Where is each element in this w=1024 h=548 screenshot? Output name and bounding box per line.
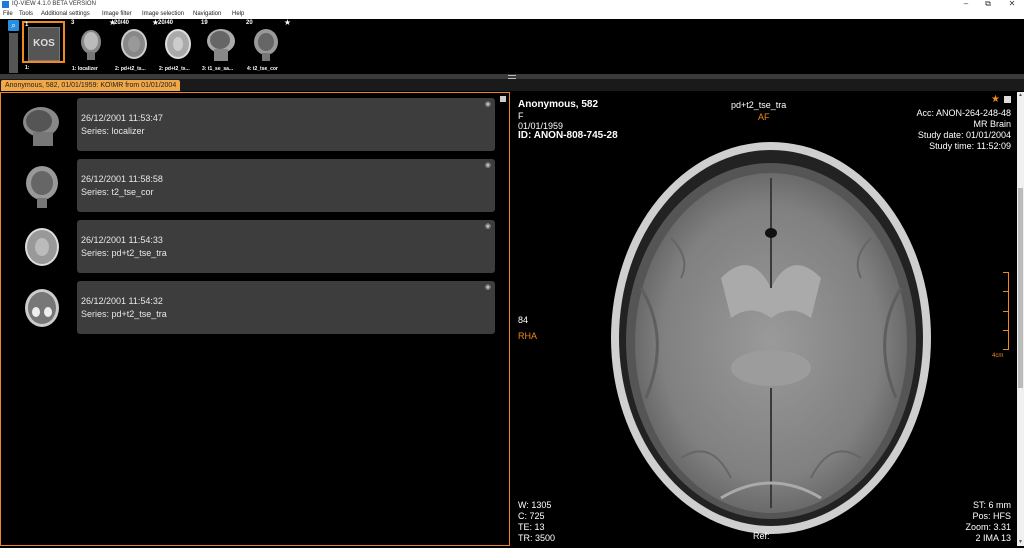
mri-thumbnail-image xyxy=(249,27,283,61)
menu-file[interactable]: File xyxy=(3,9,13,19)
study-date: Study date: 01/01/2004 xyxy=(917,130,1011,140)
scroll-up-icon[interactable]: ▲ xyxy=(1017,92,1024,99)
thumbnail-t1-se-sag[interactable]: 19 3: t1_se_sa... xyxy=(201,20,238,72)
mri-thumbnail-image xyxy=(117,27,151,61)
mri-thumbnail-image xyxy=(19,224,65,270)
patient-id: ID: ANON-808-745-28 xyxy=(518,130,618,141)
eye-icon[interactable]: ◉ xyxy=(485,161,491,169)
series-description: pd+t2_tse_tra xyxy=(731,100,787,110)
orientation-left: RHA xyxy=(518,331,538,341)
menu-tools[interactable]: Tools xyxy=(19,9,33,19)
patient-name: Anonymous, 582 xyxy=(518,99,599,110)
series-date: 26/12/2001 11:54:33 xyxy=(81,235,163,245)
minimize-icon[interactable]: – xyxy=(958,0,974,8)
slice-number: 84 xyxy=(518,315,529,325)
app-icon xyxy=(2,1,9,8)
series-date: 26/12/2001 11:53:47 xyxy=(81,113,163,123)
image-viewer[interactable]: Anonymous, 582 F 01/01/1959 ID: ANON-808… xyxy=(511,92,1017,546)
menu-additional-settings[interactable]: Additional settings xyxy=(41,9,90,19)
kos-document-icon: KOS xyxy=(28,27,60,61)
menu-help[interactable]: Help xyxy=(232,9,244,19)
square-icon[interactable] xyxy=(1004,96,1011,103)
thumbnail-kos[interactable]: 1 KOS 1: xyxy=(22,21,65,71)
slice-thickness: ST: 6 mm xyxy=(972,500,1011,510)
scrollbar-thumb[interactable] xyxy=(1018,188,1023,388)
study-time: Study time: 11:52:09 xyxy=(929,141,1011,151)
star-icon[interactable]: ★ xyxy=(991,94,1000,105)
scale-ruler xyxy=(994,272,1009,350)
mri-thumbnail-image xyxy=(19,163,65,209)
close-icon[interactable]: ✕ xyxy=(1004,0,1020,8)
menu-image-selection[interactable]: Image selection xyxy=(142,9,184,19)
list-item[interactable]: ◉ 26/12/2001 11:53:47 Series: localizer xyxy=(1,98,501,152)
series-panel: ◉ 26/12/2001 11:53:47 Series: localizer … xyxy=(0,92,510,546)
image-index: 2 IMA 13 xyxy=(975,533,1011,543)
mri-thumbnail-image xyxy=(19,102,65,148)
eye-icon[interactable]: ◉ xyxy=(485,283,491,291)
thumbnail-pd-t2-2[interactable]: 20/40 2: pd+t2_ts... xyxy=(158,20,195,72)
series-card[interactable]: ◉ 26/12/2001 11:54:33 Series: pd+t2_tse_… xyxy=(77,220,495,273)
search-icon[interactable]: ⌕ xyxy=(8,20,19,31)
series-name: Series: pd+t2_tse_tra xyxy=(81,248,167,258)
window-center: C: 725 xyxy=(518,511,545,521)
list-item[interactable]: ◉ 26/12/2001 11:58:58 Series: t2_tse_cor xyxy=(1,159,501,213)
strip-scroll-handle[interactable] xyxy=(9,33,18,73)
series-card[interactable]: ◉ 26/12/2001 11:54:32 Series: pd+t2_tse_… xyxy=(77,281,495,334)
menu-image-filter[interactable]: Image filter xyxy=(102,9,132,19)
window-title: IQ-VIEW 4.1.0 BETA VERSION xyxy=(12,1,96,7)
patient-position: Pos: HFS xyxy=(972,511,1011,521)
thumbnail-localizer[interactable]: 3 ★ 1: localizer xyxy=(71,18,116,72)
study-tab-row: Anonymous, 582, 01/01/1959: KO\MR from 0… xyxy=(0,79,1024,91)
series-date: 26/12/2001 11:58:58 xyxy=(81,174,163,184)
study-tab[interactable]: Anonymous, 582, 01/01/1959: KO\MR from 0… xyxy=(1,80,181,91)
mri-brain-image[interactable] xyxy=(601,138,941,538)
list-item[interactable]: ◉ 26/12/2001 11:54:32 Series: pd+t2_tse_… xyxy=(1,281,501,335)
menu-navigation[interactable]: Navigation xyxy=(193,9,221,19)
reference-label: Ref: xyxy=(753,531,770,541)
thumbnail-t2-tse-cor[interactable]: 20 ★ 4: t2_tse_cor xyxy=(246,18,291,72)
mri-thumbnail-image xyxy=(19,285,65,331)
thumbnail-strip: ⌕ 1 KOS 1: 3 ★ 1: localizer 20/40 ★ 2: p… xyxy=(0,18,1024,75)
series-card[interactable]: ◉ 26/12/2001 11:53:47 Series: localizer xyxy=(77,98,495,151)
window-width: W: 1305 xyxy=(518,500,552,510)
series-name: Series: localizer xyxy=(81,126,145,136)
echo-time: TE: 13 xyxy=(518,522,545,532)
eye-icon[interactable]: ◉ xyxy=(485,100,491,108)
study-description: MR Brain xyxy=(973,119,1011,129)
accession-number: Acc: ANON-264-248-48 xyxy=(916,108,1011,118)
eye-icon[interactable]: ◉ xyxy=(485,222,491,230)
maximize-icon[interactable]: ⧉ xyxy=(980,0,996,8)
series-card[interactable]: ◉ 26/12/2001 11:58:58 Series: t2_tse_cor xyxy=(77,159,495,212)
list-item[interactable]: ◉ 26/12/2001 11:54:33 Series: pd+t2_tse_… xyxy=(1,220,501,274)
mri-thumbnail-image xyxy=(204,27,238,61)
title-bar: IQ-VIEW 4.1.0 BETA VERSION – ⧉ ✕ xyxy=(0,0,1024,9)
scroll-down-icon[interactable]: ▼ xyxy=(1017,539,1024,546)
orientation-top: AF xyxy=(758,112,770,122)
mri-thumbnail-image xyxy=(74,27,108,61)
repetition-time: TR: 3500 xyxy=(518,533,556,543)
star-icon: ★ xyxy=(283,18,291,27)
series-name: Series: t2_tse_cor xyxy=(81,187,154,197)
viewer-scrollbar[interactable]: ▲ ▼ xyxy=(1017,92,1024,546)
zoom-level: Zoom: 3.31 xyxy=(965,522,1011,532)
patient-sex: F xyxy=(518,111,524,121)
mri-thumbnail-image xyxy=(161,27,195,61)
series-date: 26/12/2001 11:54:32 xyxy=(81,296,163,306)
series-name: Series: pd+t2_tse_tra xyxy=(81,309,167,319)
thumbnail-pd-t2-1[interactable]: 20/40 ★ 2: pd+t2_ts... xyxy=(114,18,159,72)
ruler-label: 4cm xyxy=(992,353,1004,359)
